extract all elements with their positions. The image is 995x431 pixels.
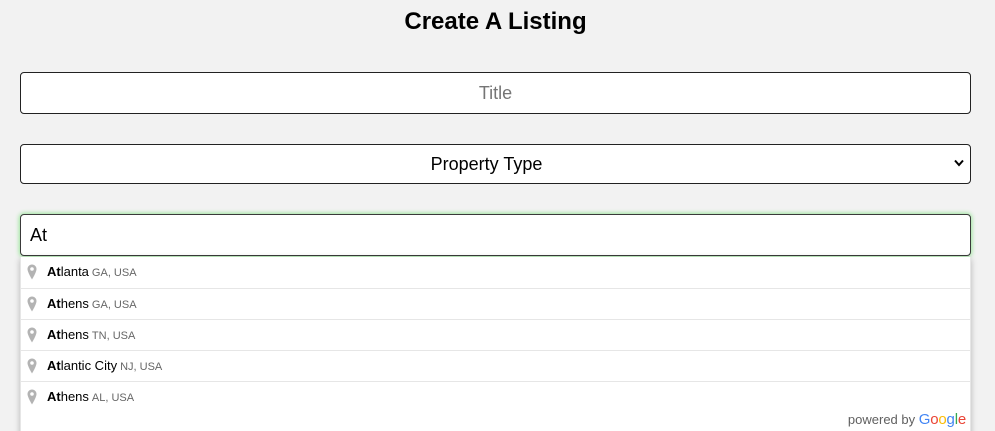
map-pin-icon	[27, 389, 37, 405]
powered-by-label: powered by	[847, 412, 916, 427]
suggestion-rest: lantic City	[60, 358, 118, 373]
location-input[interactable]	[20, 214, 971, 256]
map-pin-icon	[27, 358, 37, 374]
suggestion-region: TN, USA	[91, 330, 136, 342]
suggestion-match: At	[47, 264, 61, 279]
title-input[interactable]	[20, 72, 971, 114]
suggestion-region: NJ, USA	[120, 361, 163, 373]
suggestion-item[interactable]: Atlanta GA, USA	[21, 257, 970, 288]
create-listing-page: Create A Listing Property Type AtlantaGA…	[0, 0, 995, 431]
suggestion-match: At	[47, 327, 61, 342]
suggestion-item[interactable]: Athens AL, USA	[21, 381, 970, 412]
suggestion-match: At	[47, 358, 61, 373]
powered-by-google: powered by Google	[848, 411, 966, 429]
suggestion-match: At	[47, 296, 61, 311]
google-logo: Google	[919, 411, 966, 428]
google-logo-letter: G	[918, 411, 931, 428]
suggestion-name: Atlanta	[47, 264, 89, 279]
suggestion-item[interactable]: Atlantic City NJ, USA	[21, 350, 970, 381]
google-logo-letter: e	[957, 411, 966, 428]
suggestion-item[interactable]: Athens TN, USA	[21, 319, 970, 350]
suggestion-rest: lanta	[60, 264, 89, 279]
suggestion-name: Athens	[47, 296, 89, 311]
suggestion-region: GA, USA	[91, 267, 137, 279]
suggestion-name: Athens	[47, 389, 89, 404]
autocomplete-dropdown: Atlanta GA, USA Athens GA, USA Athens TN, U…	[20, 257, 971, 431]
suggestion-item[interactable]: Athens GA, USA	[21, 288, 970, 319]
property-type-select[interactable]: Property Type	[20, 144, 971, 184]
suggestion-region: AL, USA	[91, 392, 135, 404]
suggestion-name: Atlantic City	[47, 358, 117, 373]
map-pin-icon	[27, 296, 37, 312]
map-pin-icon	[27, 327, 37, 343]
suggestion-rest: hens	[60, 327, 89, 342]
map-pin-icon	[27, 264, 37, 280]
google-logo-letter: o	[938, 411, 947, 428]
google-logo-letter: g	[946, 411, 955, 428]
suggestion-rest: hens	[60, 296, 89, 311]
page-title: Create A Listing	[404, 8, 587, 35]
suggestion-match: At	[47, 389, 61, 404]
suggestion-region: GA, USA	[91, 299, 137, 311]
suggestion-name: Athens	[47, 327, 89, 342]
suggestion-rest: hens	[60, 389, 89, 404]
